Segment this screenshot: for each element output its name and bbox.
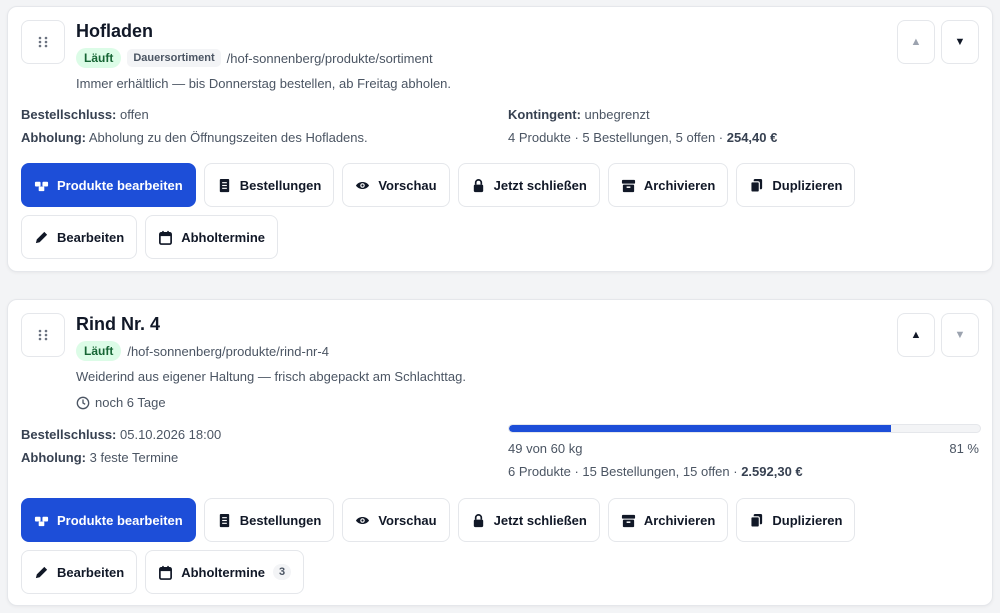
sale-card-hofladen: Hofladen Läuft Dauersortiment /hof-sonne… [7,6,993,272]
preview-button[interactable]: Vorschau [342,163,450,207]
receipt-icon [219,513,229,527]
copy-icon [750,178,763,193]
countdown: noch 6 Tage [76,395,166,410]
drag-handle[interactable] [21,20,65,64]
move-up-button[interactable]: ▲ [897,313,935,357]
receipt-icon [219,178,229,192]
grip-icon [38,329,48,341]
preview-button[interactable]: Vorschau [342,498,450,542]
card-meta: Läuft /hof-sonnenberg/produkte/rind-nr-4 [76,340,329,362]
eye-icon [356,181,370,189]
archive-icon [621,179,635,192]
action-row-1: Produkte bearbeiten Bestellungen Vorscha… [21,163,856,207]
pencil-icon [35,231,48,243]
calendar-icon [159,230,173,245]
edit-button[interactable]: Bearbeiten [21,550,138,594]
boxes-icon [34,181,49,191]
move-down-button[interactable]: ▼ [941,313,979,357]
pencil-icon [35,566,48,578]
status-badge: Läuft [76,341,122,361]
reorder-controls: ▲ ▼ [897,20,979,64]
pickup-count-badge: 3 [273,564,292,580]
clock-icon [76,396,90,409]
eye-icon [356,516,370,524]
copy-icon [750,513,763,528]
quota-progress-bar [508,424,981,433]
grip-icon [38,36,48,48]
sale-card-rind: Rind Nr. 4 Läuft /hof-sonnenberg/produkt… [7,299,993,606]
arrow-down-icon: ▼ [954,329,966,341]
card-description: Immer erhältlich — bis Donnerstag bestel… [76,76,452,91]
order-stats: 6 Produkte · 15 Bestellungen, 15 offen ·… [508,464,803,479]
duplicate-button[interactable]: Duplizieren [736,163,856,207]
card-meta: Läuft Dauersortiment /hof-sonnenberg/pro… [76,47,433,69]
deadline-info: Bestellschluss: 05.10.2026 18:00 [21,427,222,442]
close-now-button[interactable]: Jetzt schließen [457,163,600,207]
drag-handle[interactable] [21,313,65,357]
card-path: /hof-sonnenberg/produkte/rind-nr-4 [127,343,329,359]
calendar-icon [159,565,173,580]
boxes-icon [34,516,49,526]
action-row-1: Produkte bearbeiten Bestellungen Vorscha… [21,498,856,542]
lock-icon [473,178,483,192]
duplicate-button[interactable]: Duplizieren [736,498,856,542]
move-down-button[interactable]: ▼ [941,20,979,64]
order-stats: 4 Produkte · 5 Bestellungen, 5 offen · 2… [508,130,778,145]
status-badge: Läuft [76,48,122,68]
tag-badge: Dauersortiment [127,49,221,67]
quota-progress-text: 49 von 60 kg [508,441,583,456]
lock-icon [473,513,483,527]
edit-products-button[interactable]: Produkte bearbeiten [21,163,196,207]
card-description: Weiderind aus eigener Haltung — frisch a… [76,369,466,384]
quota-info: Kontingent: unbegrenzt [508,107,650,122]
archive-icon [621,514,635,527]
card-title: Rind Nr. 4 [76,314,161,334]
archive-button[interactable]: Archivieren [607,163,729,207]
card-title: Hofladen [76,21,154,41]
arrow-up-icon: ▲ [910,36,922,48]
card-path: /hof-sonnenberg/produkte/sortiment [226,50,433,66]
action-row-2: Bearbeiten Abholtermine [21,215,278,259]
deadline-info: Bestellschluss: offen [21,107,149,122]
archive-button[interactable]: Archivieren [607,498,729,542]
reorder-controls: ▲ ▼ [897,313,979,357]
orders-button[interactable]: Bestellungen [203,498,335,542]
close-now-button[interactable]: Jetzt schließen [457,498,600,542]
action-row-2: Bearbeiten Abholtermine 3 [21,550,305,594]
arrow-up-icon: ▲ [910,329,922,341]
quota-progress-fill [509,425,891,432]
pickup-info: Abholung: 3 feste Termine [21,450,179,465]
pickup-dates-button[interactable]: Abholtermine 3 [145,550,305,594]
quota-progress-percent: 81 % [949,441,979,456]
pickup-info: Abholung: Abholung zu den Öffnungszeiten… [21,130,368,145]
edit-products-button[interactable]: Produkte bearbeiten [21,498,196,542]
arrow-down-icon: ▼ [954,36,966,48]
pickup-dates-button[interactable]: Abholtermine [145,215,278,259]
edit-button[interactable]: Bearbeiten [21,215,138,259]
move-up-button[interactable]: ▲ [897,20,935,64]
orders-button[interactable]: Bestellungen [203,163,335,207]
